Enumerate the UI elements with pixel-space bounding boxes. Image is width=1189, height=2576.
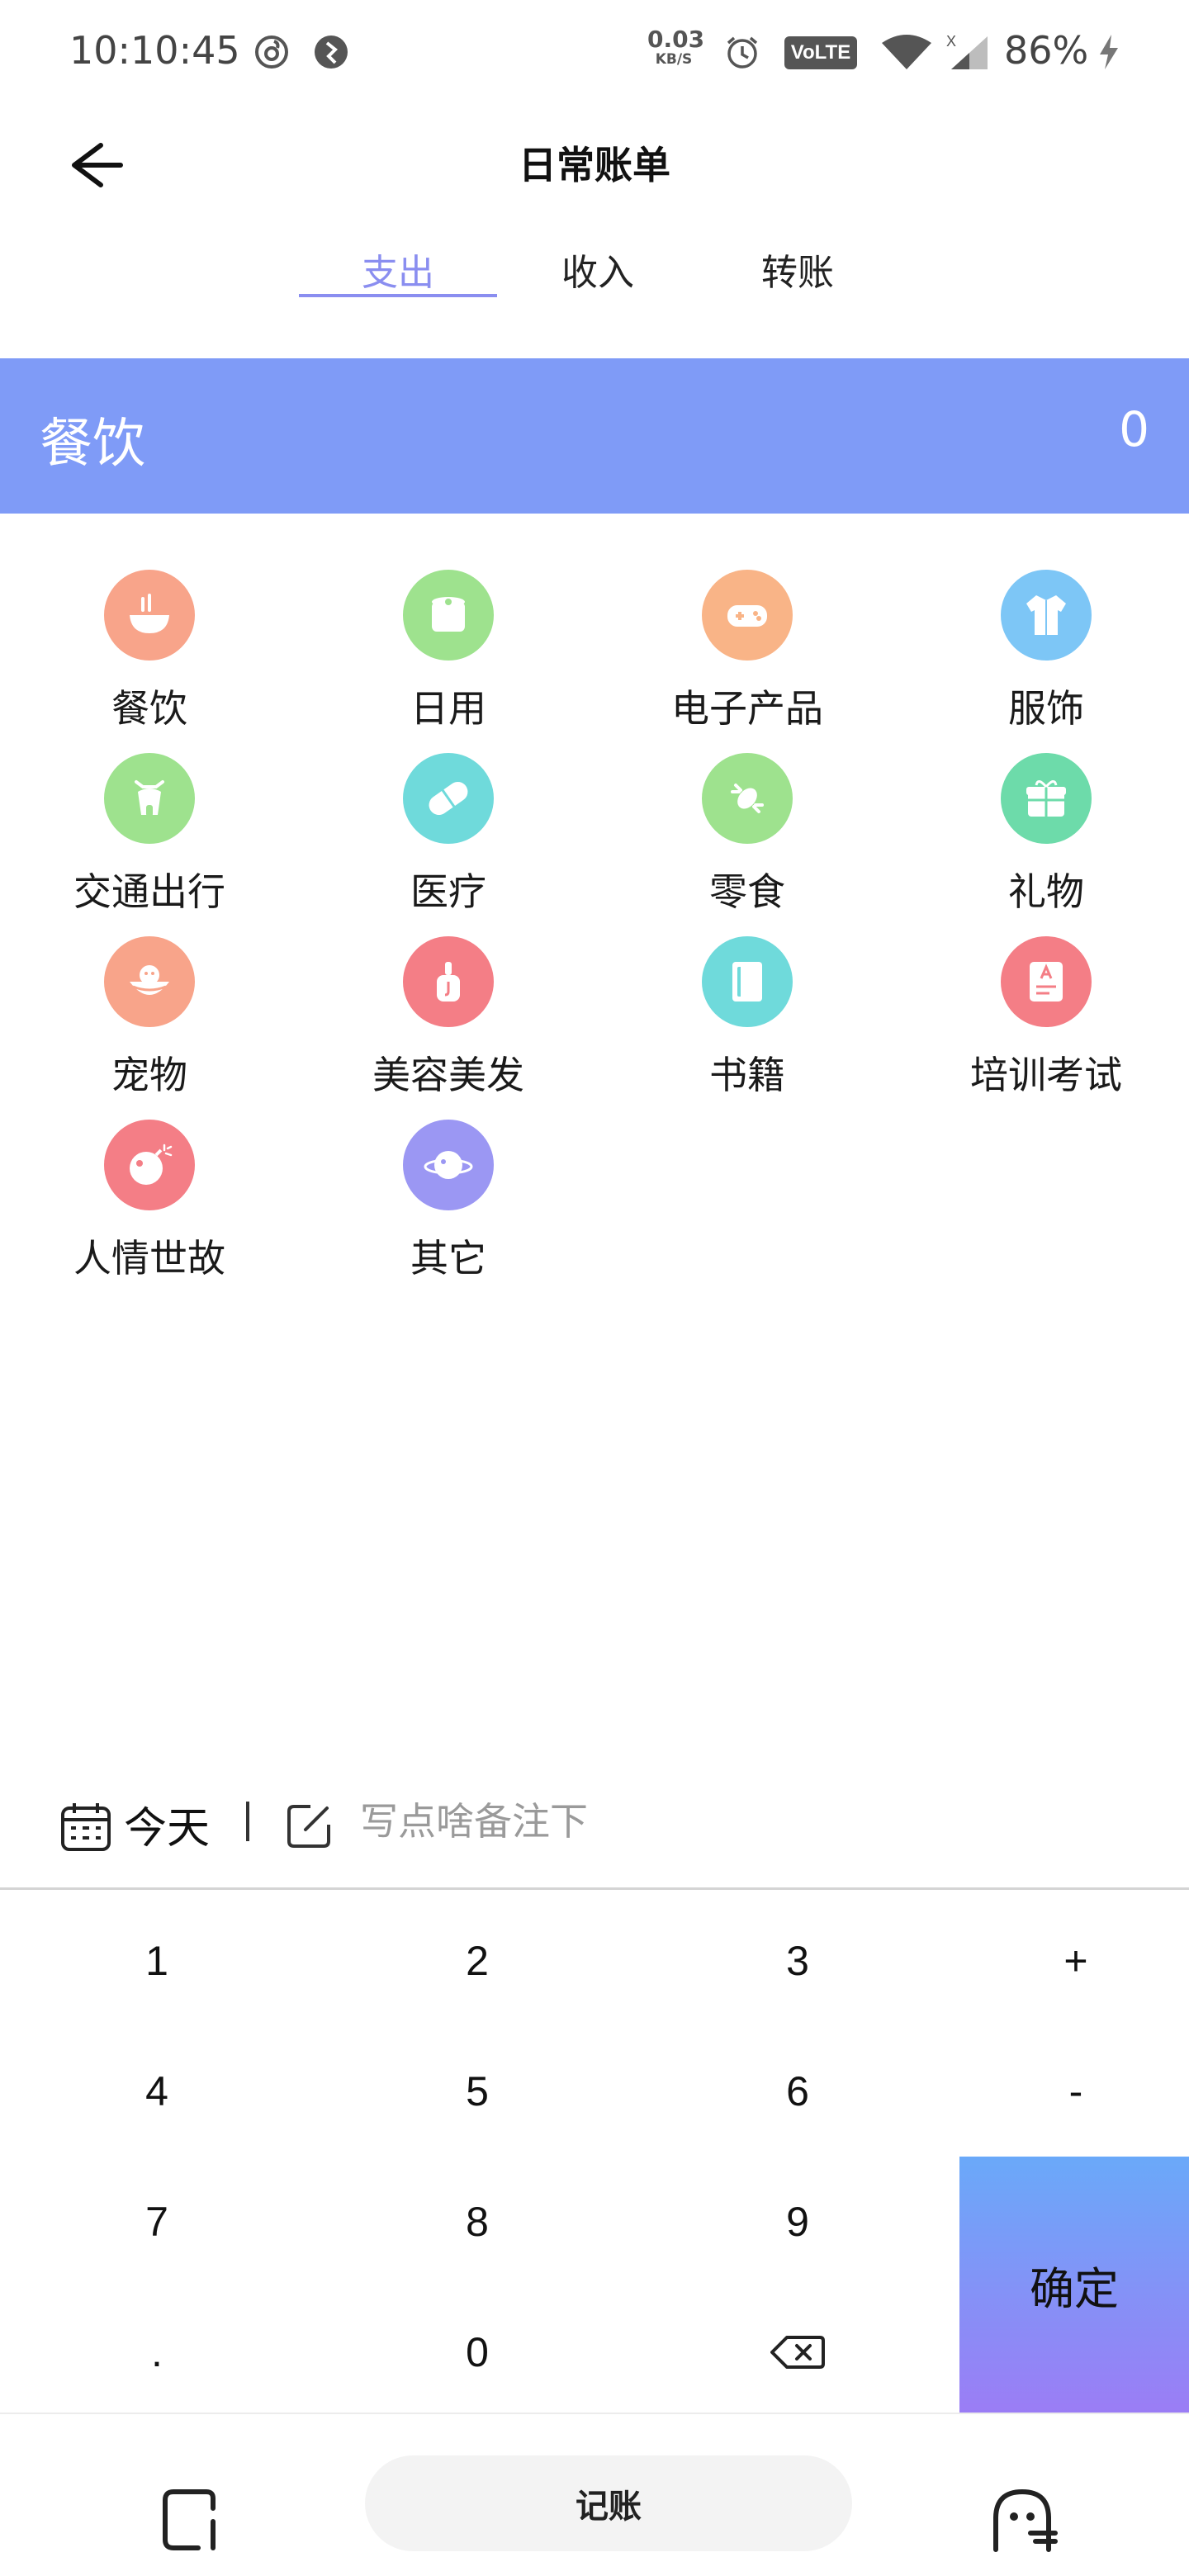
category-label: 电子产品 [671, 686, 823, 731]
category-item-pets[interactable]: 宠物 [0, 936, 297, 1118]
bomb-icon [104, 1120, 195, 1210]
category-label: 服饰 [1008, 686, 1084, 731]
sim-x-label: X [946, 33, 956, 50]
divider [0, 1887, 1189, 1890]
category-label: 培训考试 [970, 1053, 1122, 1097]
category-item-social[interactable]: 人情世故 [0, 1120, 297, 1301]
key-minus[interactable]: - [963, 2026, 1189, 2157]
date-label[interactable]: 今天 [124, 1793, 210, 1855]
tab-active-indicator [299, 294, 497, 297]
wifi-icon [882, 35, 931, 69]
category-item-snacks[interactable]: 零食 [598, 753, 895, 935]
bottom-nav: 记账 [0, 2414, 1189, 2576]
category-item-books[interactable]: 书籍 [598, 936, 895, 1118]
key-8[interactable]: 8 [320, 2157, 634, 2287]
category-item-clothing[interactable]: 服饰 [897, 570, 1189, 751]
key-7[interactable]: 7 [0, 2157, 314, 2287]
gamepad-icon [702, 570, 793, 661]
category-item-transport[interactable]: 交通出行 [0, 753, 297, 935]
category-label: 人情世故 [73, 1236, 225, 1281]
net-speed-unit: KB/S [655, 51, 693, 68]
tab-income[interactable]: 收入 [499, 243, 697, 296]
net-speed-value: 0.03 [647, 26, 705, 53]
key-0[interactable]: 0 [320, 2287, 634, 2417]
face-icon[interactable] [989, 2487, 1059, 2553]
battery-text: 86% [1004, 28, 1089, 73]
key-9[interactable]: 9 [641, 2157, 955, 2287]
scooter-icon [104, 753, 195, 844]
netease-music-icon [255, 36, 288, 69]
candy-icon [702, 753, 793, 844]
record-button[interactable]: 记账 [365, 2455, 852, 2551]
category-item-electronics[interactable]: 电子产品 [598, 570, 895, 751]
selected-category-banner: 餐饮 0 [0, 358, 1189, 514]
pill-icon [403, 753, 494, 844]
alarm-icon [727, 36, 758, 69]
category-label: 日用 [410, 686, 486, 731]
key-dot[interactable]: . [0, 2287, 314, 2417]
category-label: 礼物 [1008, 869, 1084, 914]
category-item-other[interactable]: 其它 [299, 1120, 596, 1301]
category-item-medical[interactable]: 医疗 [299, 753, 596, 935]
category-label: 书籍 [709, 1053, 785, 1097]
key-1[interactable]: 1 [0, 1896, 314, 2026]
category-item-training[interactable]: 培训考试 [897, 936, 1189, 1118]
book-icon [702, 936, 793, 1027]
key-4[interactable]: 4 [0, 2026, 314, 2157]
category-label: 宠物 [111, 1053, 187, 1097]
key-3[interactable]: 3 [641, 1896, 955, 2026]
category-item-gifts[interactable]: 礼物 [897, 753, 1189, 935]
status-time: 10:10:45 [69, 28, 240, 73]
exam-icon [1001, 936, 1092, 1027]
key-5[interactable]: 5 [320, 2026, 634, 2157]
category-label: 医疗 [410, 869, 486, 914]
page-title: 日常账单 [519, 143, 670, 187]
category-label: 美容美发 [372, 1053, 524, 1097]
charging-icon [1100, 35, 1118, 69]
category-item-dining[interactable]: 餐饮 [0, 570, 297, 751]
planet-icon [403, 1120, 494, 1210]
category-item-daily[interactable]: 日用 [299, 570, 596, 751]
cosmetics-icon [403, 936, 494, 1027]
backspace-icon [770, 2336, 825, 2369]
backspace-button[interactable] [641, 2287, 955, 2417]
status-bar: 10:10:45 0.03 KB/S VoLTE X 86% [0, 0, 1189, 107]
square-corner-icon[interactable] [162, 2488, 225, 2551]
edit-icon [287, 1805, 330, 1848]
tab-transfer[interactable]: 转账 [699, 243, 897, 296]
category-label: 其它 [410, 1236, 486, 1281]
selected-category-label: 餐饮 [40, 414, 145, 475]
gift-icon [1001, 753, 1092, 844]
pet-icon [104, 936, 195, 1027]
confirm-button[interactable]: 确定 [959, 2157, 1189, 2413]
app-notification-icon [315, 36, 348, 69]
bowl-icon [104, 570, 195, 661]
category-label: 餐饮 [111, 686, 187, 731]
category-label: 交通出行 [73, 869, 225, 914]
divider [246, 1802, 249, 1841]
calendar-icon[interactable] [59, 1800, 112, 1853]
remark-input[interactable] [360, 1797, 1103, 1846]
key-6[interactable]: 6 [641, 2026, 955, 2157]
volte-badge: VoLTE [784, 36, 857, 69]
amount-display: 0 [1119, 401, 1149, 457]
key-plus[interactable]: + [963, 1896, 1189, 2026]
key-2[interactable]: 2 [320, 1896, 634, 2026]
tab-expense[interactable]: 支出 [299, 243, 497, 296]
shirt-icon [1001, 570, 1092, 661]
net-speed: 0.03 KB/S [647, 26, 705, 68]
toilet-paper-icon [403, 570, 494, 661]
category-item-beauty[interactable]: 美容美发 [299, 936, 596, 1118]
category-label: 零食 [709, 869, 785, 914]
signal-icon: X [946, 33, 988, 69]
